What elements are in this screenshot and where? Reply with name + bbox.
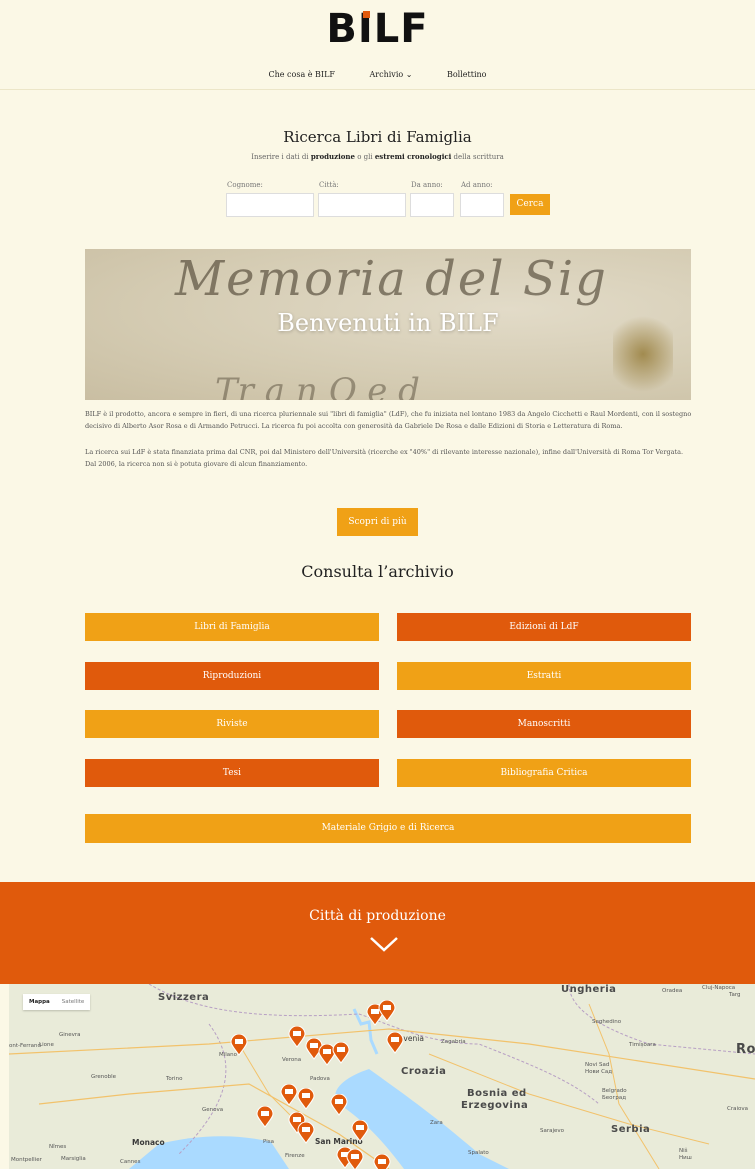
archive-title: Consulta l’archivio [301,562,454,581]
map-label-oradea: Oradea [662,988,683,994]
manuscript-script-bottom: Tr a n Q e d [215,371,420,400]
site-header: BILF Che cosa è BILF Archivio ⌄ Bolletti… [0,0,755,90]
map-label-montpellier: Montpellier [11,1157,42,1163]
map-type-tabs: Mappa Satellite [23,994,91,1010]
map-label-lione: Lione [39,1042,54,1048]
map-tab-map[interactable]: Mappa [23,994,56,1010]
map-label-timisoara: Timișoara [629,1042,656,1048]
map-pin-icon[interactable] [280,1084,298,1106]
map-pin-icon[interactable] [351,1120,369,1142]
map-label-novi-sad: Novi Sad [585,1062,610,1068]
map-label-zagabria: Zagabria [441,1039,466,1045]
map-label-targ: Targ [729,992,741,998]
map-label-bosnia-1: Bosnia ed [467,1088,527,1099]
map-label-croazia: Croazia [401,1066,447,1077]
archive-button-estratti[interactable]: Estratti [397,662,691,690]
cities-title: Città di produzione [309,908,446,924]
nav-item-archive[interactable]: Archivio ⌄ [370,70,413,79]
map-pin-icon[interactable] [297,1088,315,1110]
map-label-torino: Torino [166,1076,183,1082]
map-label-grenoble: Grenoble [91,1074,117,1080]
map-label-padova: Padova [310,1076,330,1082]
map-label-monaco: Monaco [132,1138,165,1147]
map-pin-icon[interactable] [373,1154,391,1169]
map-label-zara: Zara [430,1120,443,1126]
map-label-cluj: Cluj-Napoca [702,985,736,991]
map-label-spalato: Spalato [468,1150,489,1156]
map-pin-icon[interactable] [378,1000,396,1022]
archive-button-tesi[interactable]: Tesi [85,759,379,787]
map-label-ferrand: ont-Ferrand [9,1043,42,1049]
map-pin-icon[interactable] [288,1026,306,1048]
map-label-nimes: Nîmes [49,1144,67,1150]
map-pin-icon[interactable] [297,1122,315,1144]
logo-text: BILF [326,6,429,52]
archive-button-riviste[interactable]: Riviste [85,710,379,738]
map-label-cannes: Cannes [120,1159,141,1165]
map-label-belgrado: Belgrado [602,1088,627,1094]
manuscript-script-top: Memoria del Sig [175,251,608,307]
cognome-label: Cognome: [227,181,263,189]
welcome-heading: Benvenuti in BILF [277,309,499,337]
map-pin-icon[interactable] [346,1149,364,1169]
ad-anno-label: Ad anno: [461,181,493,189]
map-label-belgrado-cyr: Београд [602,1095,627,1101]
archive-button-manoscritti[interactable]: Manoscritti [397,710,691,738]
nav-item-about[interactable]: Che cosa è BILF [269,70,335,79]
search-button[interactable]: Cerca [510,194,550,215]
citta-input[interactable] [318,193,406,217]
map-label-firenze: Firenze [285,1153,305,1159]
main-nav: Che cosa è BILF Archivio ⌄ Bollettino [0,70,755,79]
map-label-pisa: Pisa [263,1139,274,1145]
map-label-verona: Verona [282,1057,302,1063]
search-title: Ricerca Libri di Famiglia [283,128,472,146]
map-pin-icon[interactable] [256,1106,274,1128]
da-anno-input[interactable] [410,193,454,217]
map-label-seghedino: Seghedino [592,1019,622,1025]
map-label-novi-sad-cyr: Нови Сад [585,1069,613,1075]
nav-item-bulletin[interactable]: Bollettino [447,70,487,79]
chevron-down-icon[interactable] [369,936,399,952]
archive-button-libri[interactable]: Libri di Famiglia [85,613,379,641]
site-logo[interactable]: BILF [0,6,755,52]
map-pin-icon[interactable] [230,1034,248,1056]
archive-button-bibliografia[interactable]: Bibliografia Critica [397,759,691,787]
map-pin-icon[interactable] [386,1032,404,1054]
archive-button-materiale[interactable]: Materiale Grigio e di Ricerca [85,814,691,843]
discover-more-button[interactable]: Scopri di più [337,508,418,536]
map-pin-icon[interactable] [332,1042,350,1064]
archive-button-edizioni[interactable]: Edizioni di LdF [397,613,691,641]
map-label-marsiglia: Marsiglia [61,1156,86,1162]
archive-button-riproduzioni[interactable]: Riproduzioni [85,662,379,690]
map-label-genova: Genova [202,1107,224,1113]
map-label-bosnia-2: Erzegovina [461,1100,529,1111]
search-subtitle: Inserire i dati di produzione o gli estr… [251,152,504,161]
map-label-ginevra: Ginevra [59,1032,81,1038]
cognome-input[interactable] [226,193,314,217]
map-label-sarajevo: Sarajevo [540,1128,565,1134]
ad-anno-input[interactable] [460,193,504,217]
hero-banner: Memoria del Sig Tr a n Q e d Benvenuti i… [85,249,691,400]
map-label-nis-cyr: Ниш [679,1155,692,1161]
map-label-ungheria: Ungheria [561,984,617,995]
map-label-ro: Ro [736,1042,755,1057]
da-anno-label: Da anno: [411,181,443,189]
map-label-nis: Niš [679,1148,688,1154]
map-label-svizzera: Svizzera [158,992,210,1003]
intro-paragraph-2: La ricerca sui LdF è stata finanziata pr… [85,448,684,468]
map-tab-satellite[interactable]: Satellite [56,994,91,1010]
map-label-craiova: Craiova [727,1106,748,1112]
map-label-serbia: Serbia [611,1124,651,1135]
intro-paragraph-1: BILF è il prodotto, ancora e sempre in f… [85,410,692,430]
cities-section: Città di produzione [0,882,755,984]
citta-label: Città: [319,181,339,189]
cities-map[interactable]: Mappa Satellite Svizzera Ungheria Croazi… [9,984,755,1169]
map-pin-icon[interactable] [330,1094,348,1116]
